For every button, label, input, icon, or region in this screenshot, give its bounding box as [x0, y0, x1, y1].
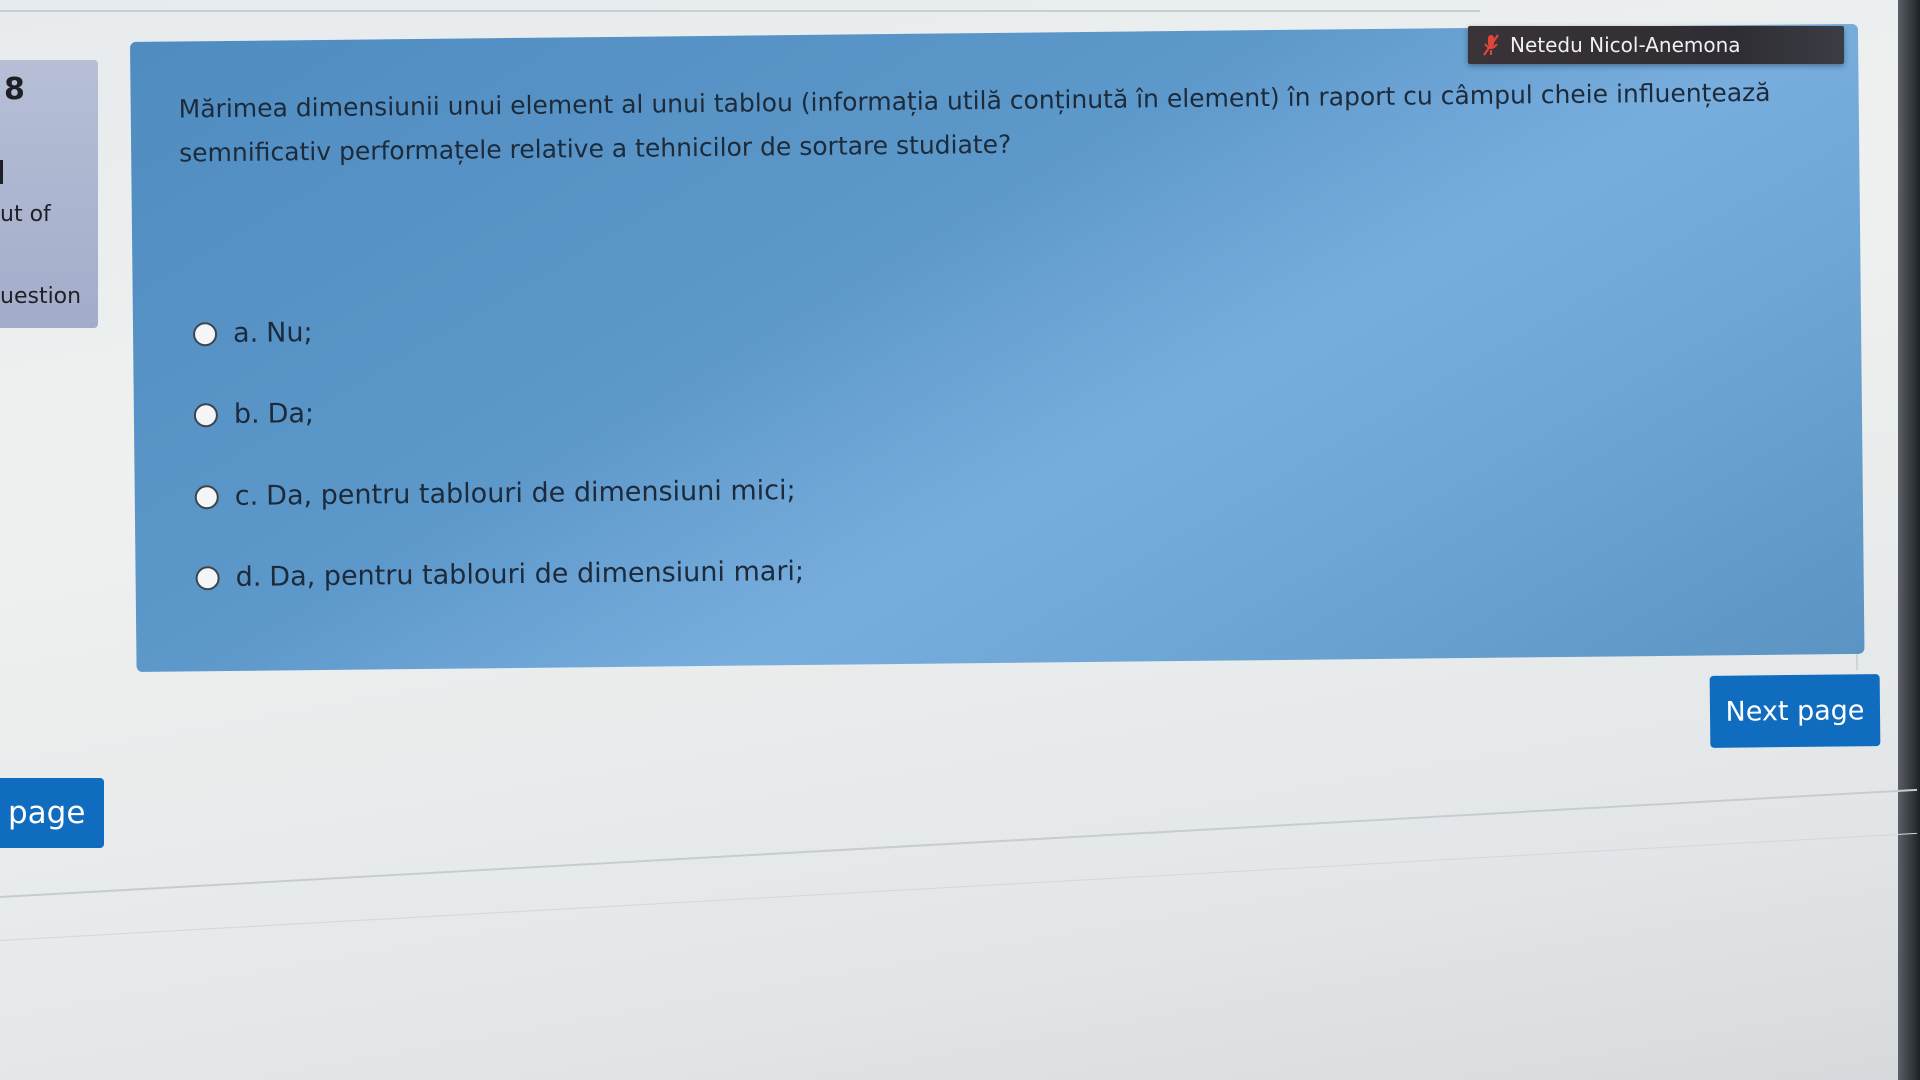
answer-text: Nu; [266, 317, 313, 349]
question-content: Mărimea dimensiunii unui element al unui… [130, 23, 1865, 672]
answer-letter: d. [235, 561, 262, 593]
flag-question-link[interactable]: uestion [0, 284, 81, 309]
answer-letter: b. [233, 398, 260, 430]
answer-text: Da, pentru tablouri de dimensiuni mici; [266, 475, 796, 512]
footer-divider-secondary [0, 832, 1918, 941]
question-info-panel: 8 ut of uestion [0, 60, 98, 328]
previous-page-button[interactable]: page [0, 778, 104, 848]
participant-name-tag: Netedu Nicol-Anemona [1468, 26, 1844, 64]
answer-option-d[interactable]: d. Da, pentru tablouri de dimensiuni mar… [195, 556, 804, 593]
screen-bezel [1898, 0, 1920, 1080]
answer-radio-c[interactable] [194, 484, 219, 509]
question-marks: ut of [0, 202, 51, 227]
answer-letter: a. [232, 317, 259, 349]
answer-radio-d[interactable] [195, 565, 220, 590]
mic-muted-icon [1482, 33, 1500, 57]
question-status-indicator [0, 160, 3, 184]
answer-radio-b[interactable] [193, 402, 219, 427]
answer-option-b[interactable]: b. Da; [193, 398, 315, 430]
answer-option-a[interactable]: a. Nu; [192, 317, 313, 349]
answer-letter: c. [234, 480, 259, 512]
answer-radio-a[interactable] [192, 321, 218, 346]
question-text: Mărimea dimensiunii unui element al unui… [178, 77, 1771, 168]
footer-divider [0, 788, 1918, 898]
answer-text: Da, pentru tablouri de dimensiuni mari; [269, 555, 805, 593]
participant-name: Netedu Nicol-Anemona [1510, 33, 1741, 57]
top-divider [0, 10, 1480, 12]
next-page-button[interactable]: Next page [1709, 674, 1881, 748]
question-number: 8 [4, 72, 25, 107]
answer-option-c[interactable]: c. Da, pentru tablouri de dimensiuni mic… [194, 475, 796, 512]
answer-text: Da; [267, 398, 315, 430]
